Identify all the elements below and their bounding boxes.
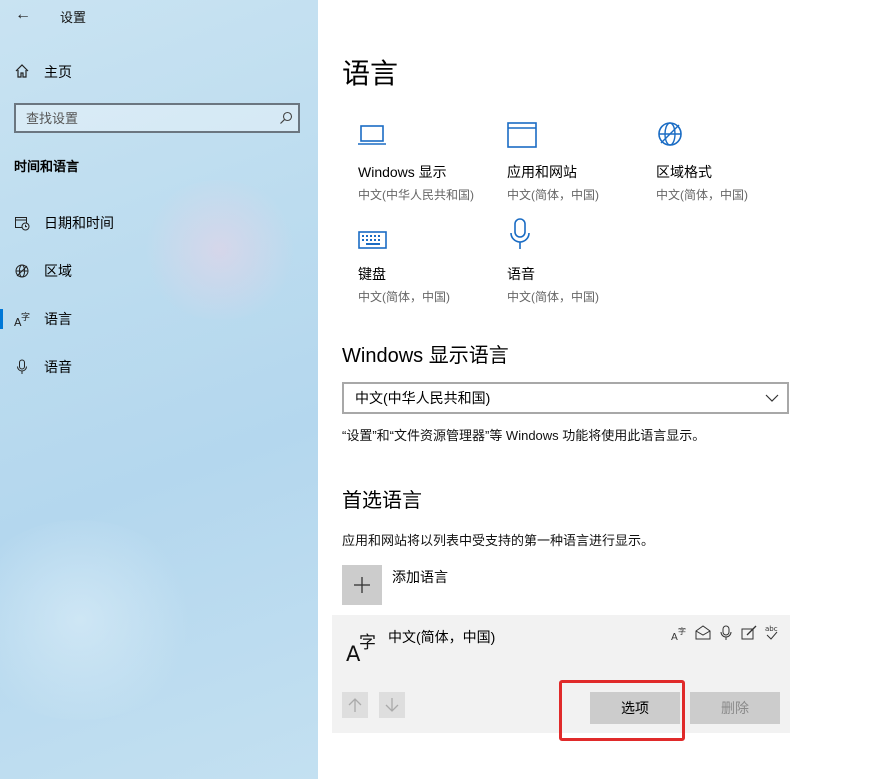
preferred-language-heading: 首选语言 — [342, 490, 422, 512]
select-value: 中文(中华人民共和国) — [355, 390, 491, 406]
globe-icon — [656, 118, 796, 148]
highlight-box — [559, 680, 685, 741]
search-box[interactable] — [14, 103, 300, 133]
tile-speech[interactable]: 语音 中文(简体，中国) — [507, 218, 647, 305]
monitor-icon — [358, 118, 498, 148]
text-to-speech-icon — [694, 624, 712, 642]
speech-recognition-icon — [717, 624, 735, 642]
tile-name: Windows 显示 — [358, 164, 447, 180]
tile-desc: 中文(简体，中国) — [507, 290, 599, 304]
keyboard-icon — [358, 220, 498, 250]
svg-text:abc: abc — [765, 625, 778, 633]
tile-desc: 中文(简体，中国) — [358, 290, 450, 304]
move-down-button[interactable] — [379, 692, 405, 718]
language-icon: A字 — [346, 629, 380, 666]
sidebar-item-date-time[interactable]: 日期和时间 — [0, 203, 318, 243]
sidebar-item-label: 区域 — [44, 263, 72, 279]
window-icon — [507, 118, 647, 148]
home-nav-item[interactable]: 主页 — [14, 60, 72, 84]
add-language-label[interactable]: 添加语言 — [392, 567, 448, 587]
sidebar-item-label: 语音 — [44, 359, 72, 375]
arrow-down-icon — [385, 698, 399, 712]
window-title: 设置 — [60, 10, 87, 25]
move-up-button[interactable] — [342, 692, 368, 718]
plus-icon — [354, 577, 370, 593]
handwriting-icon — [740, 624, 758, 642]
home-label: 主页 — [44, 64, 72, 80]
display-language-note: “设置”和“文件资源管理器”等 Windows 功能将使用此语言显示。 — [342, 428, 706, 443]
home-icon — [14, 63, 30, 82]
preferred-language-note: 应用和网站将以列表中受支持的第一种语言进行显示。 — [342, 533, 655, 548]
svg-text:字: 字 — [359, 633, 376, 653]
arrow-up-icon — [348, 698, 362, 712]
tile-desc: 中文(中华人民共和国) — [358, 188, 474, 202]
sidebar-item-label: 日期和时间 — [44, 215, 114, 231]
svg-text:字: 字 — [21, 311, 30, 323]
remove-button[interactable]: 删除 — [690, 692, 780, 724]
globe-icon — [0, 263, 44, 279]
svg-text:A: A — [671, 632, 678, 641]
svg-text:字: 字 — [678, 626, 686, 636]
search-input[interactable] — [16, 109, 274, 127]
section-title: 时间和语言 — [14, 159, 80, 174]
language-icon: A字 — [0, 311, 44, 327]
display-language-select[interactable]: 中文(中华人民共和国) — [342, 382, 789, 414]
microphone-icon — [0, 359, 44, 375]
tile-name: 应用和网站 — [507, 164, 577, 180]
chevron-down-icon — [757, 394, 787, 402]
spellcheck-icon: abc — [763, 624, 781, 642]
tile-desc: 中文(简体，中国) — [507, 188, 599, 202]
background-glow — [0, 520, 200, 720]
tile-desc: 中文(简体，中国) — [656, 188, 748, 202]
main-content: 语言 Windows 显示 中文(中华人民共和国) 应用和网站 中文(简体，中国… — [318, 0, 874, 779]
search-icon[interactable] — [274, 105, 298, 131]
language-pack-icon: A字 — [670, 624, 688, 642]
display-language-heading: Windows 显示语言 — [342, 345, 509, 367]
tile-apps-websites[interactable]: 应用和网站 中文(简体，中国) — [507, 118, 647, 203]
sidebar-item-label: 语言 — [44, 311, 72, 327]
sidebar-item-region[interactable]: 区域 — [0, 251, 318, 291]
tile-name: 语音 — [507, 266, 535, 282]
tile-name: 键盘 — [358, 266, 386, 282]
sidebar: ← 设置 主页 时间和语言 日期和时间 区域 A字 语言 语 — [0, 0, 318, 779]
microphone-icon — [507, 218, 647, 250]
add-language-button[interactable] — [342, 565, 382, 605]
calendar-clock-icon — [0, 215, 44, 231]
back-arrow-icon[interactable]: ← — [12, 4, 34, 26]
language-name: 中文(简体，中国) — [388, 629, 496, 645]
page-title: 语言 — [342, 58, 399, 89]
sidebar-item-speech[interactable]: 语音 — [0, 347, 318, 387]
tile-windows-display[interactable]: Windows 显示 中文(中华人民共和国) — [358, 118, 498, 203]
tile-keyboard[interactable]: 键盘 中文(简体，中国) — [358, 220, 498, 305]
sidebar-item-language[interactable]: A字 语言 — [0, 299, 318, 339]
tile-regional-format[interactable]: 区域格式 中文(简体，中国) — [656, 118, 796, 203]
tile-name: 区域格式 — [656, 164, 712, 180]
